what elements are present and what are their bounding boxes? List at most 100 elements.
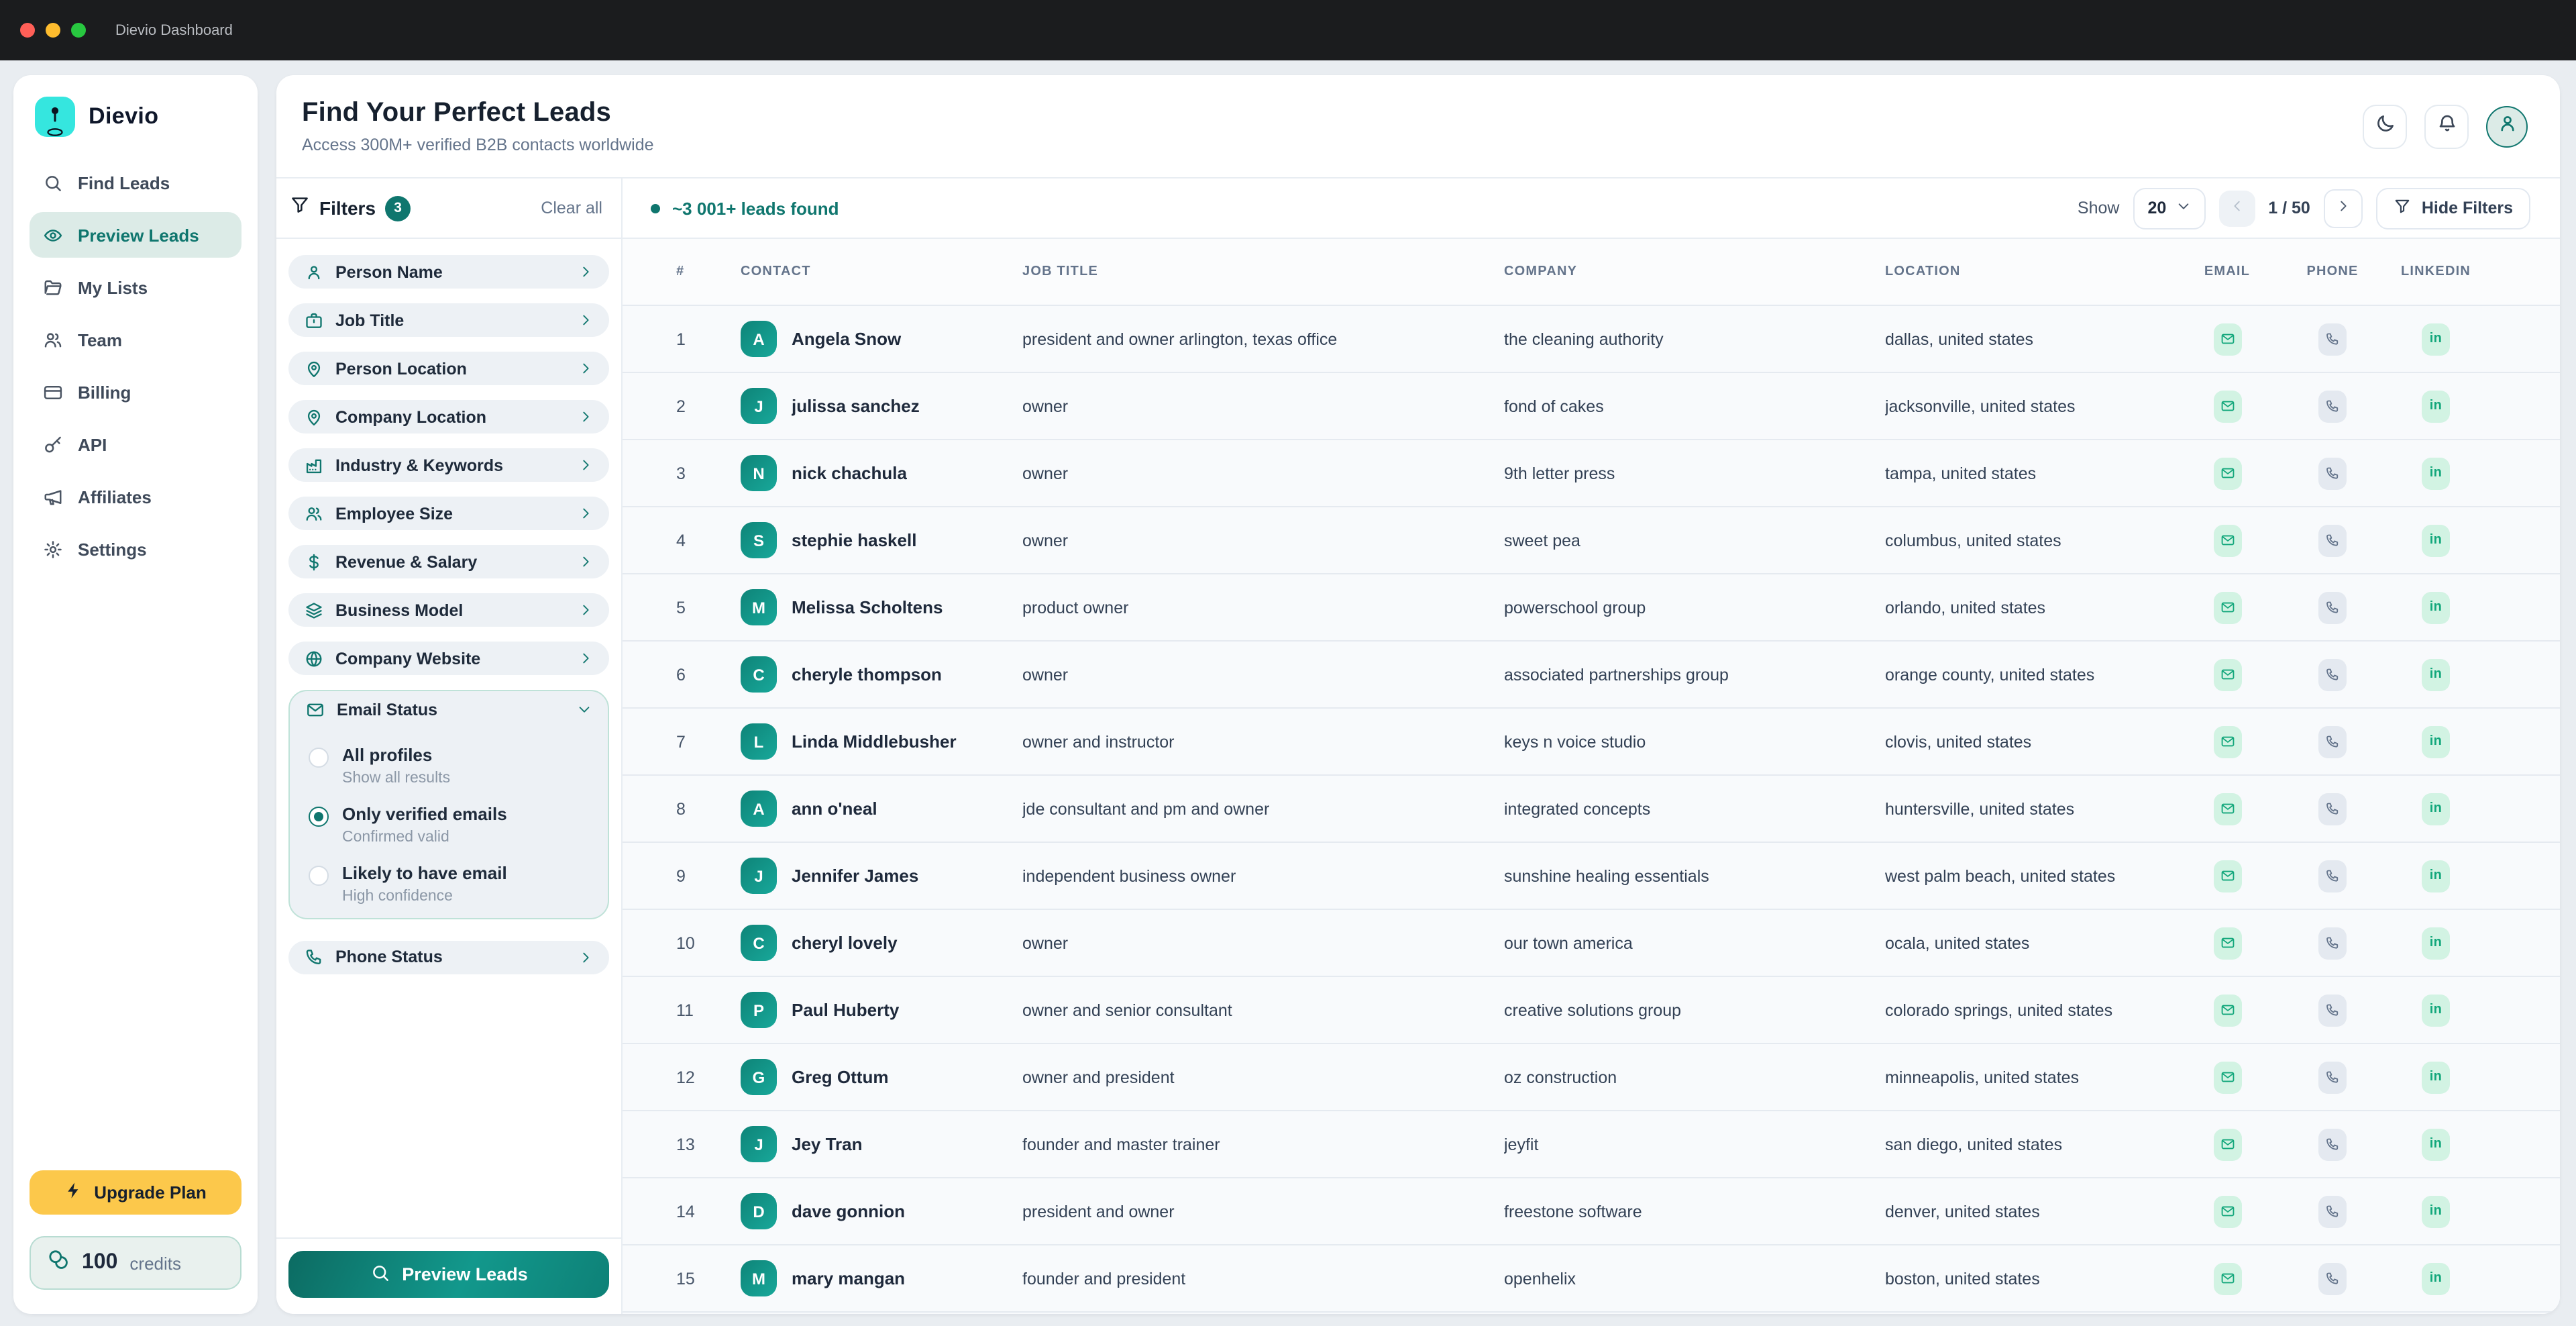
- sidebar-item-billing[interactable]: Billing: [30, 369, 241, 415]
- filter-phone-status[interactable]: Phone Status: [288, 941, 609, 974]
- linkedin-badge[interactable]: in: [2422, 1195, 2450, 1227]
- linkedin-badge[interactable]: in: [2422, 390, 2450, 422]
- previous-page-button[interactable]: [2218, 190, 2255, 226]
- bell-icon: [2436, 112, 2457, 140]
- table-row[interactable]: 7LLinda Middlebusherowner and instructor…: [623, 709, 2560, 776]
- email-badge[interactable]: [2213, 591, 2241, 623]
- email-badge[interactable]: [2213, 927, 2241, 959]
- email-status-option-only-verified-emails[interactable]: Only verified emailsConfirmed valid: [309, 805, 589, 846]
- filter-job-title[interactable]: Job Title: [288, 303, 609, 337]
- user-avatar[interactable]: [2486, 105, 2528, 147]
- radio-unselected[interactable]: [309, 866, 329, 886]
- clear-all-filters-link[interactable]: Clear all: [541, 199, 602, 217]
- table-row[interactable]: 13JJey Tranfounder and master trainerjey…: [623, 1111, 2560, 1178]
- filter-revenue-salary[interactable]: Revenue & Salary: [288, 545, 609, 578]
- preview-leads-button[interactable]: Preview Leads: [288, 1251, 609, 1298]
- linkedin-badge[interactable]: in: [2422, 725, 2450, 758]
- phone-badge[interactable]: [2318, 457, 2347, 489]
- phone-badge[interactable]: [2318, 927, 2347, 959]
- phone-badge[interactable]: [2318, 390, 2347, 422]
- radio-selected[interactable]: [309, 807, 329, 827]
- table-row[interactable]: 9JJennifer Jamesindependent business own…: [623, 843, 2560, 910]
- sidebar-item-preview-leads[interactable]: Preview Leads: [30, 212, 241, 258]
- phone-badge[interactable]: [2318, 1195, 2347, 1227]
- sidebar-item-team[interactable]: Team: [30, 317, 241, 362]
- linkedin-badge[interactable]: in: [2422, 658, 2450, 691]
- sidebar-item-affiliates[interactable]: Affiliates: [30, 474, 241, 519]
- sidebar-item-my-lists[interactable]: My Lists: [30, 264, 241, 310]
- table-row[interactable]: 11PPaul Hubertyowner and senior consulta…: [623, 977, 2560, 1044]
- linkedin-badge[interactable]: in: [2422, 927, 2450, 959]
- email-badge[interactable]: [2213, 390, 2241, 422]
- theme-toggle-button[interactable]: [2363, 104, 2407, 148]
- table-row[interactable]: 8Aann o'nealjde consultant and pm and ow…: [623, 776, 2560, 843]
- close-window-button[interactable]: [20, 23, 35, 38]
- phone-badge[interactable]: [2318, 658, 2347, 691]
- filter-company-location[interactable]: Company Location: [288, 400, 609, 434]
- filter-email-status-header[interactable]: Email Status: [306, 691, 592, 727]
- email-badge[interactable]: [2213, 323, 2241, 355]
- table-row[interactable]: 4Sstephie haskellownersweet peacolumbus,…: [623, 507, 2560, 574]
- email-badge[interactable]: [2213, 860, 2241, 892]
- hide-filters-button[interactable]: Hide Filters: [2376, 187, 2530, 229]
- phone-badge[interactable]: [2318, 994, 2347, 1026]
- email-status-option-likely-to-have-email[interactable]: Likely to have emailHigh confidence: [309, 864, 589, 905]
- filter-company-website[interactable]: Company Website: [288, 642, 609, 675]
- linkedin-badge[interactable]: in: [2422, 457, 2450, 489]
- window-controls[interactable]: [20, 23, 86, 38]
- radio-unselected[interactable]: [309, 748, 329, 768]
- phone-badge[interactable]: [2318, 860, 2347, 892]
- maximize-window-button[interactable]: [71, 23, 86, 38]
- email-badge[interactable]: [2213, 793, 2241, 825]
- table-row[interactable]: 6Ccheryle thompsonownerassociated partne…: [623, 642, 2560, 709]
- linkedin-badge[interactable]: in: [2422, 323, 2450, 355]
- email-status-option-all-profiles[interactable]: All profilesShow all results: [309, 746, 589, 786]
- phone-badge[interactable]: [2318, 1262, 2347, 1294]
- linkedin-badge[interactable]: in: [2422, 591, 2450, 623]
- email-badge[interactable]: [2213, 524, 2241, 556]
- sidebar-item-find-leads[interactable]: Find Leads: [30, 160, 241, 205]
- email-badge[interactable]: [2213, 1195, 2241, 1227]
- minimize-window-button[interactable]: [46, 23, 60, 38]
- email-badge[interactable]: [2213, 658, 2241, 691]
- notifications-button[interactable]: [2424, 104, 2469, 148]
- email-badge[interactable]: [2213, 457, 2241, 489]
- table-row[interactable]: 15Mmary manganfounder and presidentopenh…: [623, 1245, 2560, 1313]
- phone-badge[interactable]: [2318, 1128, 2347, 1160]
- phone-badge[interactable]: [2318, 793, 2347, 825]
- email-badge[interactable]: [2213, 994, 2241, 1026]
- sidebar-item-settings[interactable]: Settings: [30, 526, 241, 572]
- table-row[interactable]: 2Jjulissa sanchezownerfond of cakesjacks…: [623, 373, 2560, 440]
- filter-employee-size[interactable]: Employee Size: [288, 497, 609, 530]
- email-badge[interactable]: [2213, 1061, 2241, 1093]
- table-row[interactable]: 5MMelissa Scholtensproduct ownerpowersch…: [623, 574, 2560, 642]
- table-row[interactable]: 14Ddave gonnionpresident and ownerfreest…: [623, 1178, 2560, 1245]
- email-badge[interactable]: [2213, 1128, 2241, 1160]
- email-badge[interactable]: [2213, 1262, 2241, 1294]
- phone-badge[interactable]: [2318, 1061, 2347, 1093]
- phone-badge[interactable]: [2318, 524, 2347, 556]
- phone-badge[interactable]: [2318, 725, 2347, 758]
- phone-badge[interactable]: [2318, 323, 2347, 355]
- filter-person-location[interactable]: Person Location: [288, 352, 609, 385]
- filter-person-name[interactable]: Person Name: [288, 255, 609, 289]
- linkedin-badge[interactable]: in: [2422, 1061, 2450, 1093]
- table-row[interactable]: 10Ccheryl lovelyownerour town americaoca…: [623, 910, 2560, 977]
- upgrade-plan-button[interactable]: Upgrade Plan: [30, 1170, 241, 1215]
- next-page-button[interactable]: [2324, 189, 2363, 227]
- sidebar-item-api[interactable]: API: [30, 421, 241, 467]
- filter-industry-keywords[interactable]: Industry & Keywords: [288, 448, 609, 482]
- page-size-select[interactable]: 20: [2133, 187, 2205, 229]
- table-row[interactable]: 1AAngela Snowpresident and owner arlingt…: [623, 306, 2560, 373]
- linkedin-badge[interactable]: in: [2422, 1262, 2450, 1294]
- linkedin-badge[interactable]: in: [2422, 994, 2450, 1026]
- linkedin-badge[interactable]: in: [2422, 1128, 2450, 1160]
- table-row[interactable]: 12GGreg Ottumowner and presidentoz const…: [623, 1044, 2560, 1111]
- email-badge[interactable]: [2213, 725, 2241, 758]
- phone-badge[interactable]: [2318, 591, 2347, 623]
- linkedin-badge[interactable]: in: [2422, 793, 2450, 825]
- linkedin-badge[interactable]: in: [2422, 524, 2450, 556]
- linkedin-badge[interactable]: in: [2422, 860, 2450, 892]
- table-row[interactable]: 3Nnick chachulaowner9th letter presstamp…: [623, 440, 2560, 507]
- filter-business-model[interactable]: Business Model: [288, 593, 609, 627]
